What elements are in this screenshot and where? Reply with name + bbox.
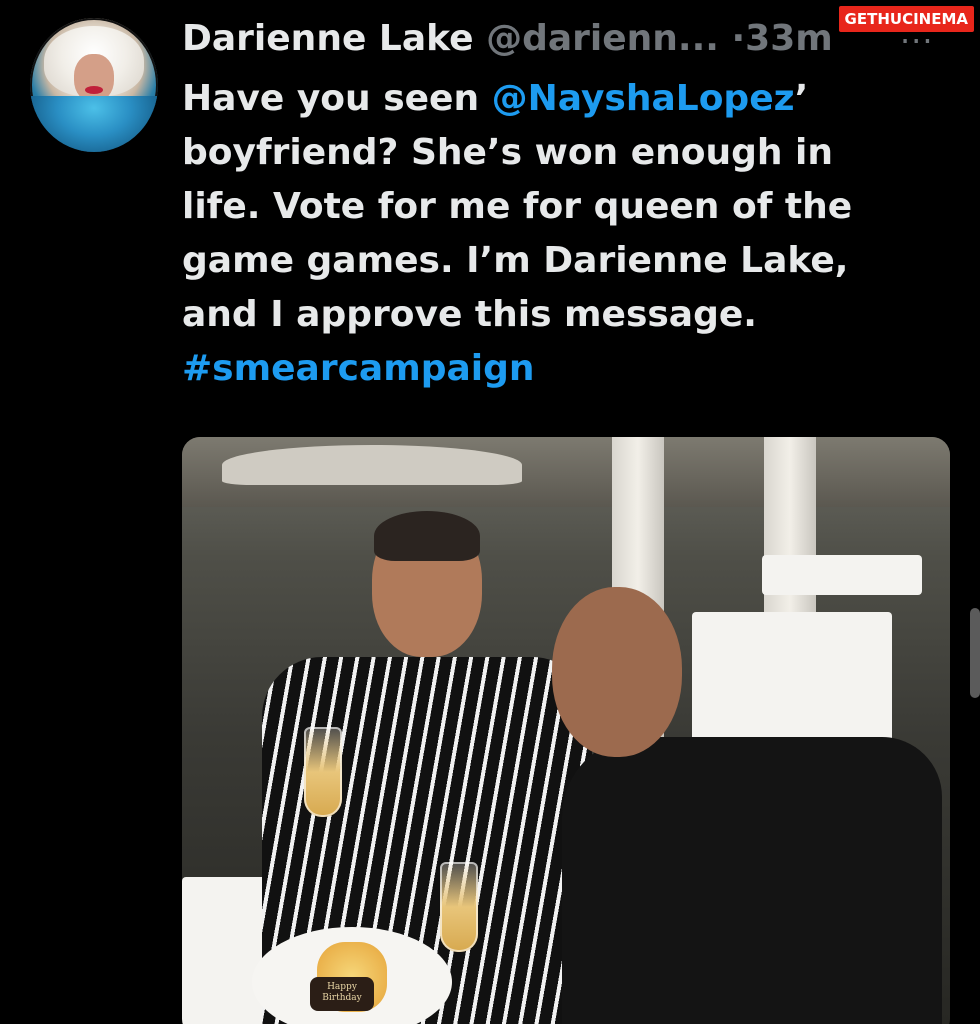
tweet-line-6: #smearcampaign bbox=[182, 342, 942, 396]
tweet-text: Have you seen @NayshaLopez’ boyfriend? S… bbox=[182, 72, 942, 396]
mention-link[interactable]: @NayshaLopez bbox=[492, 78, 795, 119]
avatar-lips bbox=[85, 86, 103, 94]
person-head bbox=[552, 587, 682, 757]
tweet-photo[interactable]: Happy Birthday bbox=[182, 437, 950, 1024]
avatar-feathers bbox=[30, 96, 158, 152]
display-name[interactable]: Darienne Lake bbox=[182, 18, 474, 59]
avatar-face bbox=[74, 54, 114, 102]
tweet-line-2: boyfriend? She’s won enough in bbox=[182, 132, 834, 173]
tweet-line-5: and I approve this message. bbox=[182, 294, 757, 335]
tweet-header: Darienne Lake @darienn... ·33m bbox=[182, 18, 922, 68]
birthday-card: Happy Birthday bbox=[310, 977, 374, 1011]
champagne-glass bbox=[440, 862, 478, 952]
scrollbar-thumb[interactable] bbox=[970, 608, 980, 698]
black-shirt bbox=[562, 737, 942, 1024]
hashtag-link[interactable]: #smearcampaign bbox=[182, 348, 535, 389]
card-line-1: Happy bbox=[327, 982, 357, 992]
tweet-line-4: game games. I’m Darienne Lake, bbox=[182, 240, 849, 281]
user-handle[interactable]: @darienn... bbox=[486, 18, 719, 59]
avatar[interactable] bbox=[30, 18, 158, 152]
text-segment: ’ bbox=[794, 78, 809, 119]
tweet-line-1: Have you seen @NayshaLopez’ bbox=[182, 72, 942, 126]
tweet-screen: GETHUCINEMA Darienne Lake @darienn... ·3… bbox=[0, 0, 980, 1024]
photo-person-right bbox=[542, 587, 942, 1024]
champagne-glass bbox=[304, 727, 342, 817]
photo-umbrella bbox=[222, 445, 522, 485]
timestamp[interactable]: 33m bbox=[745, 18, 833, 59]
card-line-2: Birthday bbox=[322, 993, 362, 1003]
more-options-icon[interactable]: ··· bbox=[900, 22, 934, 60]
tweet-line-3: life. Vote for me for queen of the bbox=[182, 186, 853, 227]
separator-dot: · bbox=[731, 18, 746, 59]
text-segment: Have you seen bbox=[182, 78, 492, 119]
person-hair bbox=[374, 511, 480, 561]
